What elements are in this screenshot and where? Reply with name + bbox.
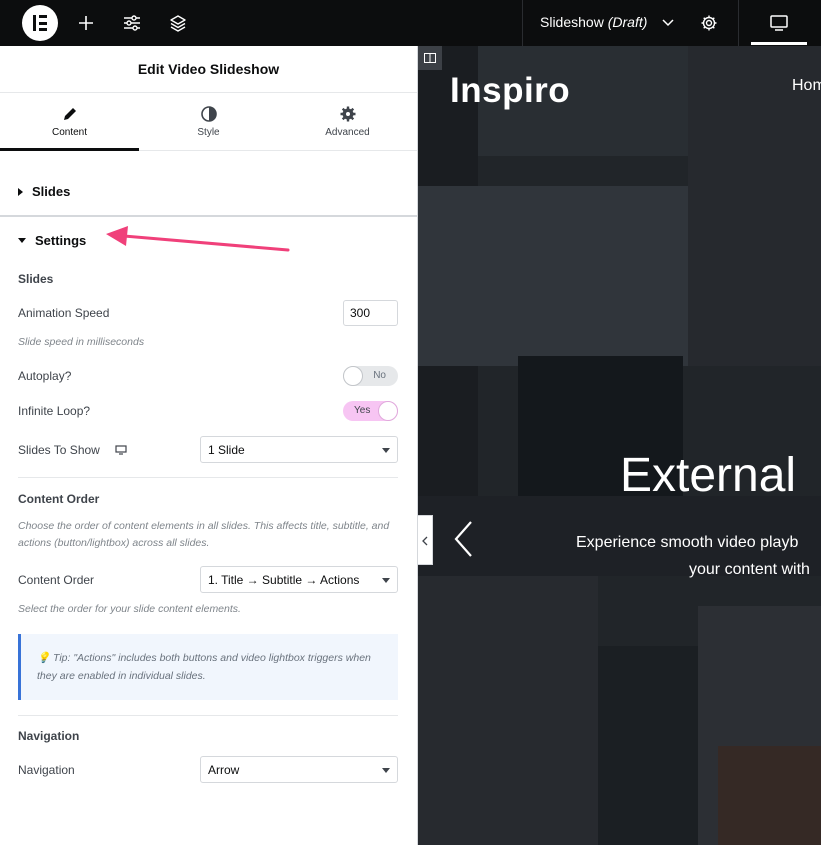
section-slides-toggle[interactable]: Slides: [18, 184, 70, 199]
document-status: (Draft): [607, 14, 648, 30]
select-arrow-icon: [382, 578, 390, 583]
autoplay-toggle[interactable]: No: [343, 366, 398, 386]
autoplay-toggle-text: No: [373, 370, 386, 381]
section-divider: [0, 215, 417, 217]
content-order-label: Content Order: [18, 573, 95, 587]
panel-columns-icon: [424, 53, 436, 63]
gear-icon: [340, 106, 355, 122]
responsive-desktop-icon[interactable]: [115, 445, 127, 455]
navigation-subheading: Navigation: [18, 729, 80, 743]
caret-right-icon: [18, 187, 23, 196]
settings-gear-icon[interactable]: [697, 11, 721, 35]
elementor-logo-icon[interactable]: [22, 5, 58, 41]
infinite-loop-label: Infinite Loop?: [18, 404, 91, 418]
tip-box: 💡 Tip: "Actions" includes both buttons a…: [18, 634, 398, 700]
content-order-value: 1. Title → Subtitle → Actions: [208, 573, 360, 587]
sliders-icon[interactable]: [120, 11, 144, 35]
editor-panel: Edit Video Slideshow Content Style Advan…: [0, 46, 418, 845]
tab-content[interactable]: Content: [0, 93, 139, 151]
toggle-knob: [343, 366, 363, 386]
layers-icon[interactable]: [166, 11, 190, 35]
collapse-panel-handle[interactable]: [418, 515, 433, 565]
annotation-arrow: [106, 226, 290, 252]
chevron-down-icon[interactable]: [656, 11, 680, 35]
content-order-subheading: Content Order: [18, 492, 100, 506]
infinite-loop-toggle[interactable]: Yes: [343, 401, 398, 421]
chevron-left-icon: [422, 536, 428, 546]
slides-to-show-select[interactable]: 1 Slide: [200, 436, 398, 463]
tab-style[interactable]: Style: [139, 93, 278, 151]
slides-to-show-value: 1 Slide: [208, 443, 245, 457]
hero-subtitle-line-2: your content with: [689, 561, 810, 578]
document-title[interactable]: Slideshow (Draft): [540, 14, 647, 30]
section-slides-label: Slides: [32, 184, 71, 199]
inner-divider: [18, 715, 398, 716]
navigation-select[interactable]: Arrow: [200, 756, 398, 783]
section-settings-label: Settings: [35, 233, 87, 248]
inner-divider: [18, 477, 398, 478]
infinite-loop-toggle-text: Yes: [354, 405, 371, 416]
tab-advanced[interactable]: Advanced: [278, 93, 417, 151]
toolbar-divider: [522, 0, 523, 46]
desktop-icon[interactable]: [767, 11, 791, 35]
tab-content-label: Content: [51, 127, 88, 138]
navigation-value: Arrow: [208, 763, 240, 777]
autoplay-label: Autoplay?: [18, 369, 72, 383]
top-bar: Slideshow (Draft): [0, 0, 821, 46]
select-arrow-icon: [382, 448, 390, 453]
pencil-icon: [63, 108, 76, 120]
add-icon[interactable]: [74, 11, 98, 35]
select-arrow-icon: [382, 768, 390, 773]
toggle-knob: [378, 401, 398, 421]
panel-tabs: Content Style Advanced: [0, 93, 417, 151]
slides-to-show-text: Slides To Show: [18, 443, 100, 457]
active-device-indicator: [751, 42, 807, 45]
toolbar-divider: [738, 0, 739, 46]
hero-subtitle-line-1: Experience smooth video playb: [576, 534, 799, 551]
section-settings-toggle[interactable]: Settings: [18, 233, 86, 248]
animation-speed-input[interactable]: 300: [343, 300, 398, 326]
site-preview[interactable]: Inspiro Hom External Experience smooth v…: [418, 46, 821, 845]
content-order-select-hint: Select the order for your slide content …: [18, 603, 241, 615]
slides-to-show-label: Slides To Show: [18, 443, 127, 457]
toggle-panel-button[interactable]: [418, 46, 442, 70]
panel-title: Edit Video Slideshow: [0, 46, 417, 93]
tab-style-label: Style: [197, 127, 220, 138]
slides-subheading: Slides: [18, 272, 54, 286]
half-circle-icon: [200, 106, 217, 122]
animation-speed-hint: Slide speed in milliseconds: [18, 336, 145, 348]
navigation-label: Navigation: [18, 763, 75, 777]
hero-title: External: [620, 449, 797, 502]
content-order-select[interactable]: 1. Title → Subtitle → Actions: [200, 566, 398, 593]
animation-speed-label: Animation Speed: [18, 306, 110, 320]
caret-down-icon: [18, 238, 26, 243]
tab-advanced-label: Advanced: [325, 127, 370, 138]
nav-item-home[interactable]: Hom: [792, 77, 821, 95]
content-order-hint: Choose the order of content elements in …: [18, 520, 390, 549]
aerial-city-background: [418, 46, 821, 845]
slide-prev-arrow-icon[interactable]: [453, 520, 473, 558]
document-name: Slideshow: [540, 14, 604, 30]
site-logo-text[interactable]: Inspiro: [450, 71, 570, 111]
